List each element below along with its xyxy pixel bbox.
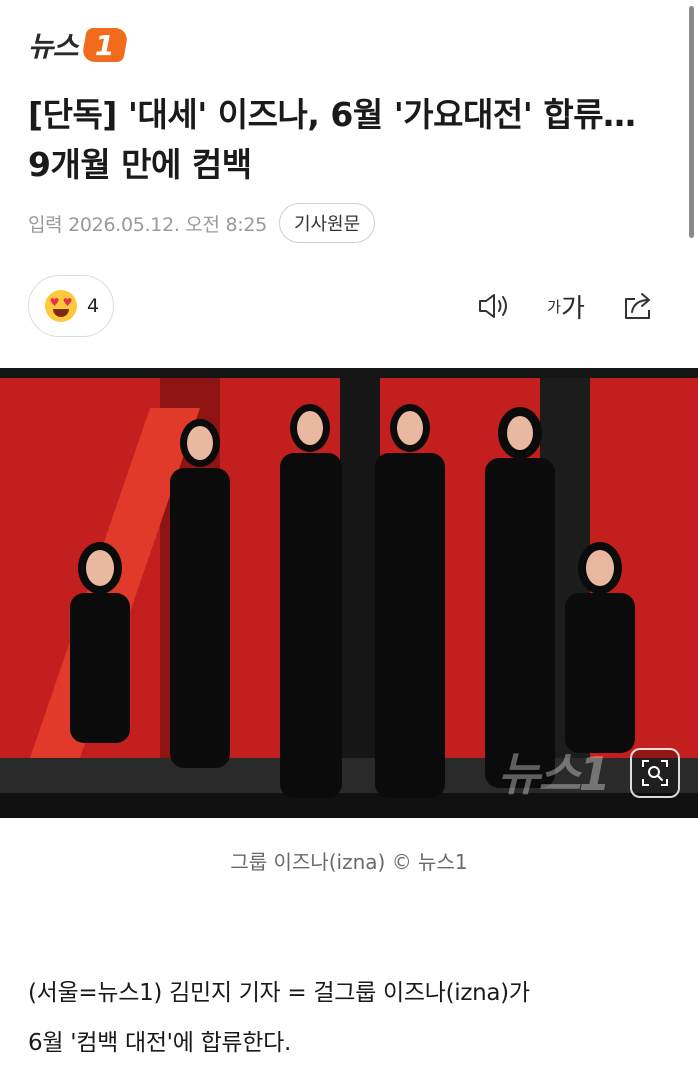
- font-size-button[interactable]: 가 가: [543, 286, 589, 326]
- article-meta: 입력 2026.05.12. 오전 8:25 기사원문: [28, 202, 376, 244]
- reaction-count: 4: [87, 295, 100, 317]
- photo-watermark: 뉴스1: [498, 747, 611, 801]
- article-page: 뉴스 1 [단독] '대세' 이즈나, 6월 '가요대전' 합류…9개월 만에 …: [0, 0, 698, 1080]
- zoom-icon: [642, 760, 668, 786]
- share-icon: [625, 293, 650, 319]
- body-line: 6월 '컴백 대전'에 합류한다.: [28, 1030, 292, 1056]
- original-article-button[interactable]: 기사원문: [278, 203, 376, 243]
- article-photo[interactable]: 뉴스1: [0, 368, 698, 818]
- published-date: 입력 2026.05.12. 오전 8:25: [28, 213, 267, 236]
- article-body: (서울=뉴스1) 김민지 기자 = 걸그룹 이즈나(izna)가 6월 '컴백 …: [28, 968, 668, 1068]
- font-small-label: 가: [547, 297, 561, 316]
- font-big-label: 가: [560, 293, 585, 324]
- photo-zoom-button[interactable]: [630, 748, 680, 798]
- photo-caption: 그룹 이즈나(izna) © 뉴스1: [230, 850, 468, 874]
- share-button[interactable]: [618, 286, 658, 326]
- body-line: (서울=뉴스1) 김민지 기자 = 걸그룹 이즈나(izna)가: [28, 980, 530, 1006]
- article-headline: [단독] '대세' 이즈나, 6월 '가요대전' 합류…9개월 만에 컴백: [28, 95, 636, 184]
- news1-logo[interactable]: 뉴스 1: [28, 26, 129, 64]
- logo-badge: 1: [80, 28, 129, 62]
- scrollbar[interactable]: [689, 6, 694, 238]
- logo-text: 뉴스: [28, 30, 79, 63]
- reaction-button[interactable]: ♥ ♥ 4: [28, 275, 114, 337]
- heart-eyes-emoji-icon: ♥ ♥: [45, 290, 77, 322]
- read-aloud-button[interactable]: [474, 286, 514, 326]
- speaker-icon: [479, 294, 507, 318]
